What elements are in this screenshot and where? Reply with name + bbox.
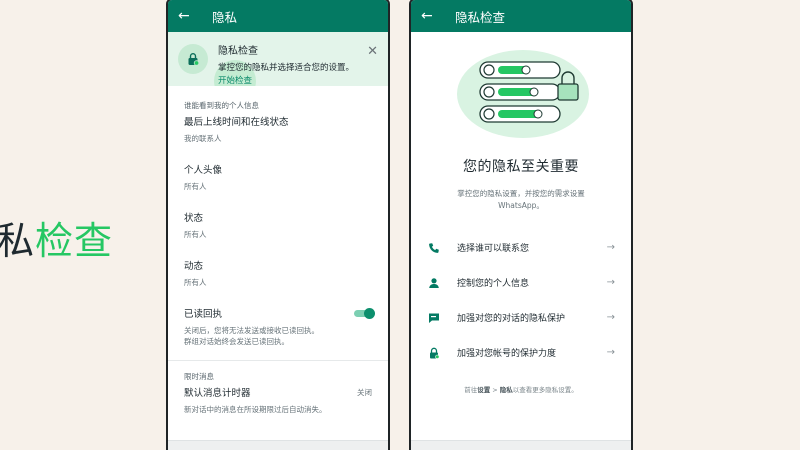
setting-title: 状态 — [184, 213, 204, 224]
app-bar: ← 隐私检查 — [411, 0, 631, 32]
setting-value: 所有人 — [184, 278, 207, 287]
footer-post: 以查看更多隐私设置。 — [512, 386, 578, 394]
footer-privacy[interactable]: 隐私 — [500, 386, 513, 394]
page-title: 隐私 — [212, 9, 238, 25]
system-nav-bar — [168, 440, 388, 450]
lock-check-icon — [178, 44, 208, 74]
start-checkup-link[interactable]: 开始检查 — [218, 74, 354, 86]
setting-value: 我的联系人 — [184, 134, 222, 143]
option-chat-privacy[interactable]: 加强对您的对话的隐私保护 → — [411, 300, 631, 335]
privacy-settings-phone: ← 隐私 隐私检查 掌控您的隐私并选择适合您的设置。 开始检查 ✕ 谁能看到我的… — [166, 0, 390, 450]
setting-description: 新对话中的消息在所设期限过后自动消失。 — [184, 405, 327, 414]
privacy-heading: 您的隐私至关重要 — [463, 159, 579, 175]
back-arrow-icon[interactable]: ← — [178, 8, 204, 24]
banner-subtitle: 掌控您的隐私并选择适合您的设置。 — [218, 63, 355, 73]
option-account-protection[interactable]: 加强对您帐号的保护力度 → — [411, 335, 631, 370]
slogan-part2: 检查 — [35, 219, 114, 263]
page-title: 隐私检查 — [455, 9, 506, 25]
slogan-part1: 私 — [0, 219, 36, 263]
read-receipts-toggle[interactable] — [354, 308, 375, 319]
setting-title: 最后上线时间和在线状态 — [184, 117, 289, 128]
setting-row-about[interactable]: 状态 所有人 — [168, 210, 388, 258]
privacy-checkup-banner[interactable]: 隐私检查 掌控您的隐私并选择适合您的设置。 开始检查 ✕ — [168, 32, 388, 86]
setting-title: 默认消息计时器 — [184, 388, 251, 399]
description-line-2: WhatsApp。 — [498, 201, 544, 210]
app-bar: ← 隐私 — [168, 0, 388, 32]
footer-settings[interactable]: 设置 — [477, 386, 490, 394]
arrow-right-icon: → — [606, 312, 615, 323]
arrow-right-icon: → — [606, 242, 615, 253]
option-personal-info[interactable]: 控制您的个人信息 → — [411, 265, 631, 300]
section-header-disappearing: 限时消息 — [184, 372, 214, 381]
setting-value: 所有人 — [184, 182, 207, 191]
chat-icon — [427, 311, 441, 325]
back-arrow-icon[interactable]: ← — [421, 8, 447, 24]
person-icon — [427, 276, 441, 290]
phone-icon — [427, 241, 441, 255]
setting-title: 已读回执 — [184, 309, 223, 320]
close-icon[interactable]: ✕ — [367, 44, 378, 59]
slogan-text: 私检查 — [0, 210, 113, 265]
option-label: 控制您的个人信息 — [457, 279, 530, 289]
arrow-right-icon: → — [606, 277, 615, 288]
option-label: 选择谁可以联系您 — [457, 244, 530, 254]
setting-value: 关闭 — [357, 388, 372, 397]
setting-title: 个人头像 — [184, 165, 223, 176]
footer-pre: 前往 — [464, 386, 478, 394]
setting-row-profile-photo[interactable]: 个人头像 所有人 — [168, 162, 388, 210]
settings-footer-note: 前往设置 > 隐私以查看更多隐私设置。 — [411, 384, 631, 394]
setting-value: 所有人 — [184, 230, 207, 239]
option-who-can-contact[interactable]: 选择谁可以联系您 → — [411, 230, 631, 265]
setting-description: 关闭后，您将无法发送或接收已读回执。 群组对话始终会发送已读回执。 — [184, 325, 372, 347]
setting-row-default-timer[interactable]: 默认消息计时器 关闭 新对话中的消息在所设期限过后自动消失。 — [168, 385, 388, 433]
description-line-1: 掌控您的隐私设置，并按您的需求设置 — [457, 189, 585, 198]
privacy-checkup-phone: ← 隐私检查 您的隐私至关重要 掌控您的隐私设置，并按您的需求设置 WhatsA… — [409, 0, 633, 450]
banner-title: 隐私检查 — [218, 46, 258, 57]
arrow-right-icon: → — [606, 347, 615, 358]
toggle-knob — [364, 308, 375, 319]
read-receipts-desc-1: 关闭后，您将无法发送或接收已读回执。 — [184, 326, 319, 335]
privacy-illustration — [411, 32, 631, 142]
checkup-options: 选择谁可以联系您 → 控制您的个人信息 → 加强对您的对话的隐私保护 → 加强对… — [411, 230, 631, 370]
footer-sep: > — [490, 386, 500, 394]
lock-icon — [427, 346, 441, 360]
setting-row-read-receipts[interactable]: 已读回执 关闭后，您将无法发送或接收已读回执。 群组对话始终会发送已读回执。 — [168, 306, 388, 356]
setting-row-last-seen[interactable]: 最后上线时间和在线状态 我的联系人 — [168, 114, 388, 162]
setting-row-status[interactable]: 动态 所有人 — [168, 258, 388, 306]
read-receipts-desc-2: 群组对话始终会发送已读回执。 — [184, 337, 289, 346]
section-header-personal-info: 谁能看到我的个人信息 — [184, 101, 259, 110]
setting-title: 动态 — [184, 261, 204, 272]
option-label: 加强对您帐号的保护力度 — [457, 349, 557, 359]
privacy-description: 掌控您的隐私设置，并按您的需求设置 WhatsApp。 — [411, 188, 631, 212]
option-label: 加强对您的对话的隐私保护 — [457, 314, 566, 324]
system-nav-bar — [411, 440, 631, 450]
